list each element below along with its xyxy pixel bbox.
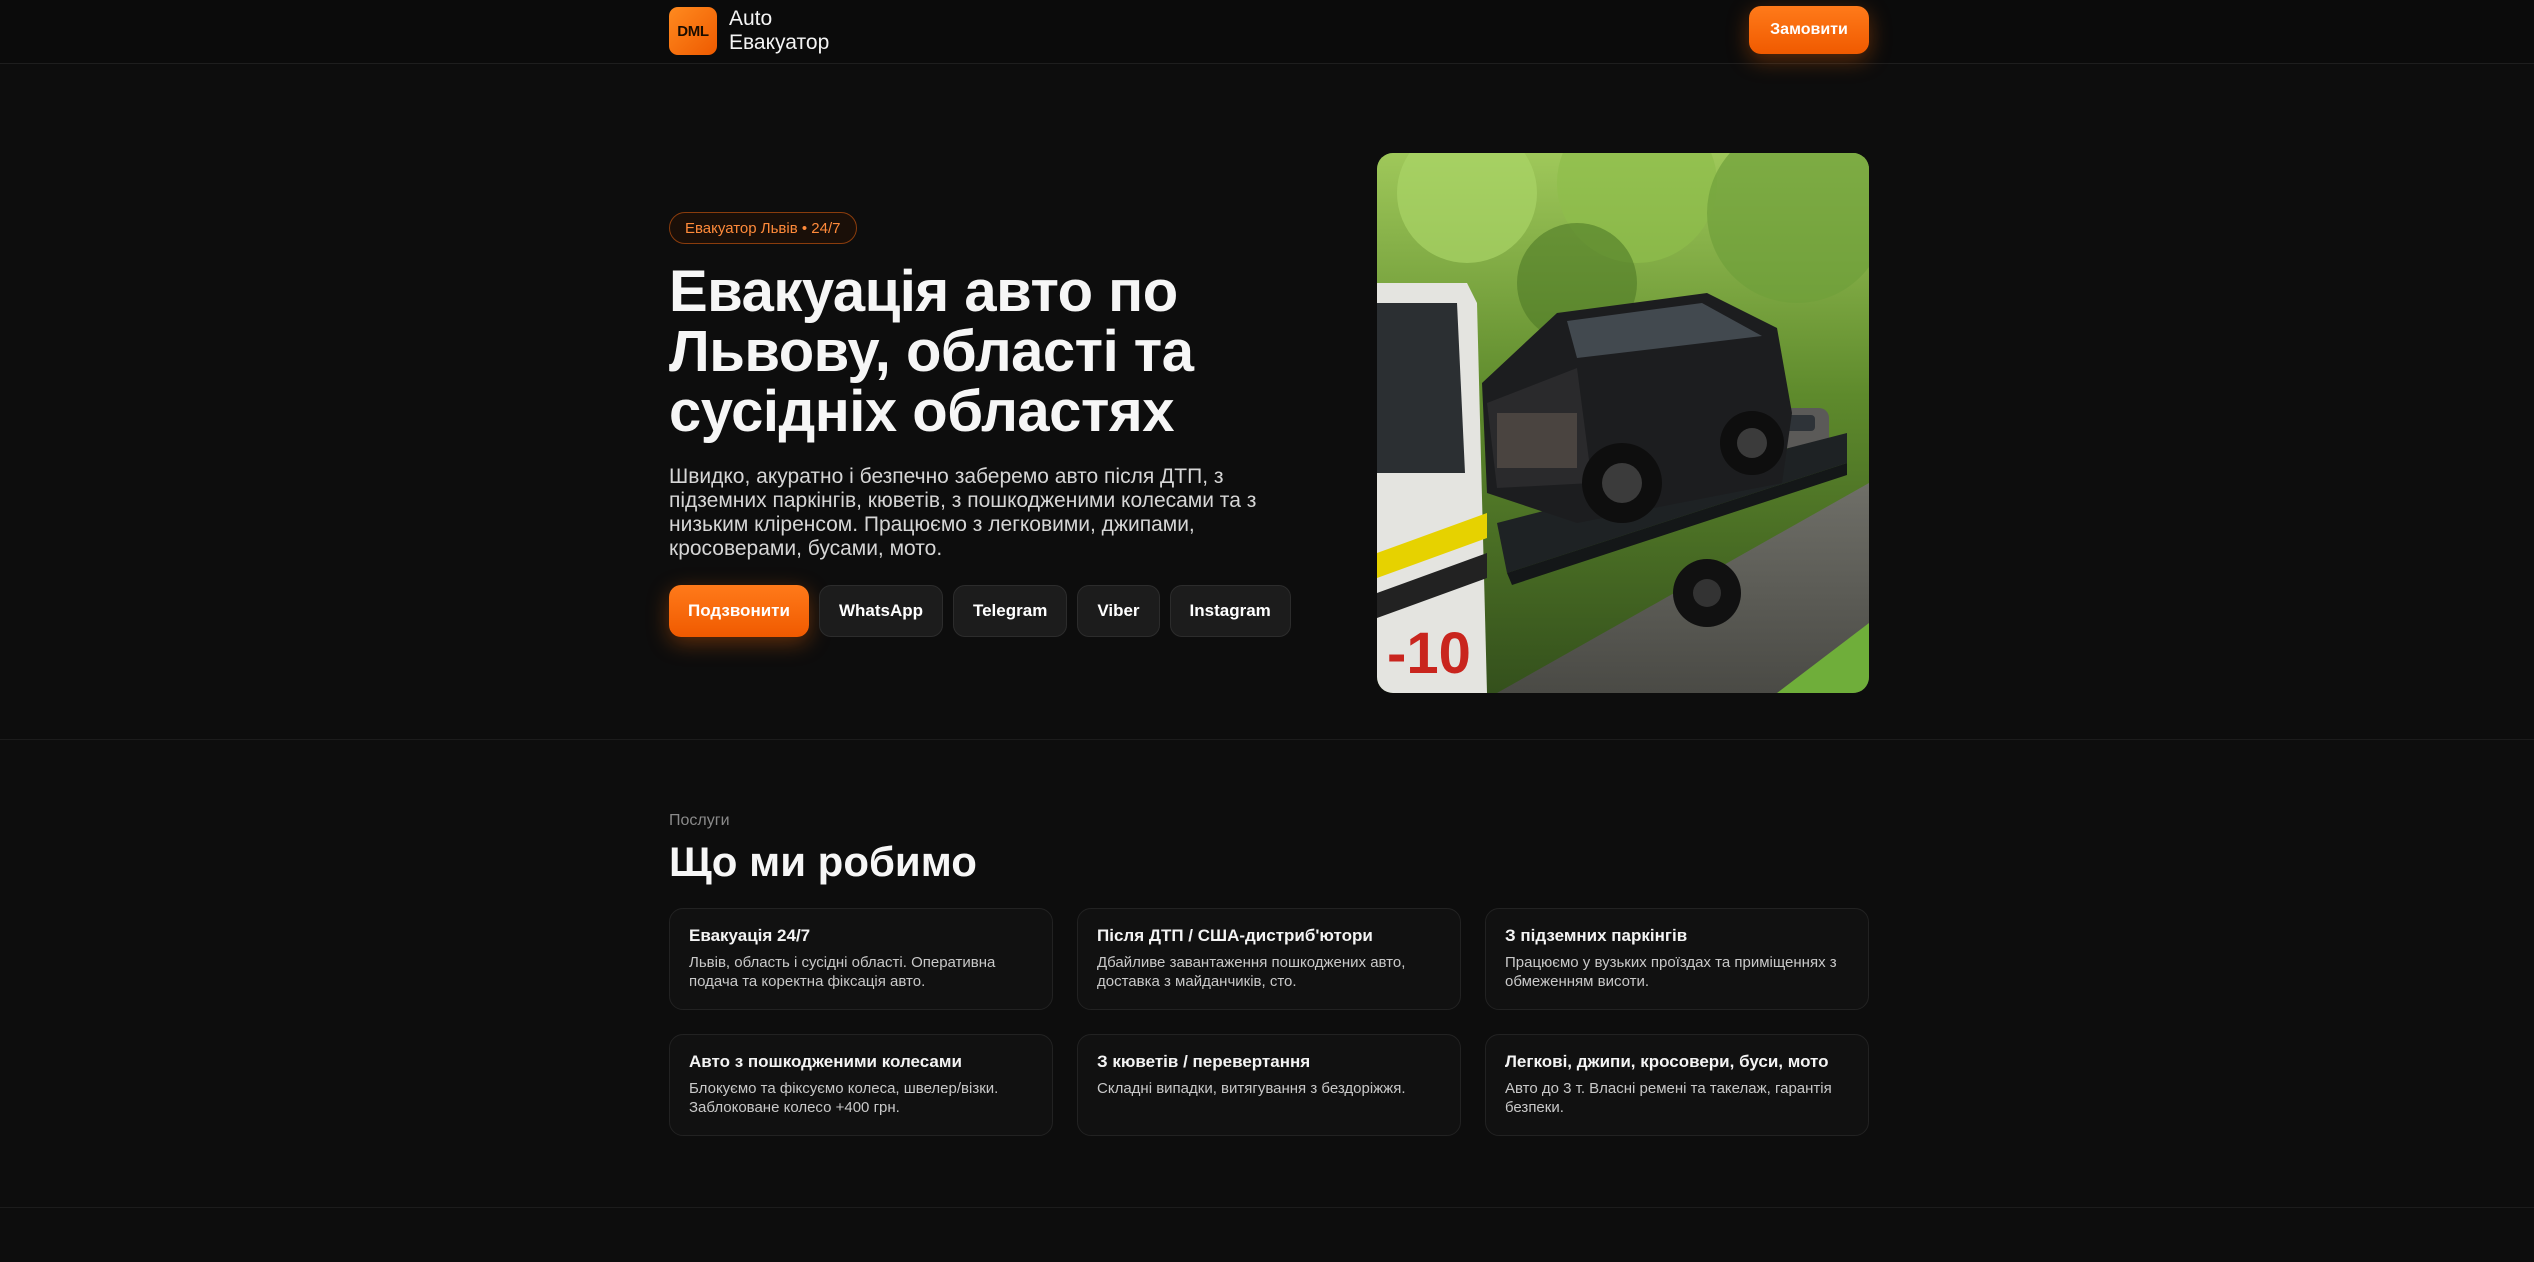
service-card-title: Авто з пошкодженими колесами — [689, 1052, 962, 1071]
service-card-title: Евакуація 24/7 — [689, 926, 811, 945]
service-card: Авто з пошкодженими колесами Блокуємо та… — [669, 1034, 1053, 1136]
tow-truck-illustration: -10 — [1377, 153, 1869, 693]
service-card-text: Авто до 3 т. Власні ремені та такелаж, г… — [1505, 1080, 1832, 1116]
section-divider — [0, 739, 2534, 740]
service-card-title: Після ДТП / США-дистриб'ютори — [1097, 926, 1373, 945]
hero-badge: Евакуатор Львів • 24/7 — [669, 212, 857, 244]
service-card-title: Легкові, джипи, кросовери, буси, мото — [1505, 1052, 1829, 1071]
service-card-title: З кюветів / перевертання — [1097, 1052, 1311, 1071]
logo[interactable]: DML Auto Евакуатор — [669, 6, 829, 56]
service-card: З підземних паркінгів Працюємо у вузьких… — [1485, 908, 1869, 1010]
service-card: Легкові, джипи, кросовери, буси, мото Ав… — [1485, 1034, 1869, 1136]
logo-line-1: Auto — [729, 7, 773, 30]
svg-text:-10: -10 — [1387, 621, 1471, 686]
section-label: Послуги — [669, 812, 730, 829]
section-title: Що ми робимо — [669, 838, 977, 885]
service-card: Евакуація 24/7 Львів, область і сусідні … — [669, 908, 1053, 1010]
service-card-text: Складні випадки, витягування з бездоріжж… — [1097, 1080, 1406, 1097]
whatsapp-button[interactable]: WhatsApp — [818, 585, 943, 637]
tow-truck-photo: -10 — [1377, 153, 1869, 693]
section-divider — [0, 1207, 2534, 1208]
call-button[interactable]: Подзвонити — [669, 585, 809, 637]
viber-button[interactable]: Viber — [1077, 585, 1160, 637]
service-card-text: Працюємо у вузьких проїздах та приміщенн… — [1505, 954, 1837, 990]
instagram-button[interactable]: Instagram — [1169, 585, 1291, 637]
logo-line-2: Евакуатор — [729, 31, 830, 54]
service-card-title: З підземних паркінгів — [1505, 926, 1688, 945]
logo-text: Auto Евакуатор — [729, 7, 829, 55]
service-card: Після ДТП / США-дистриб'ютори Дбайливе з… — [1077, 908, 1461, 1010]
logo-badge: DML — [669, 7, 717, 55]
hero-title: Евакуація авто по Львову, області та сус… — [669, 259, 1194, 444]
contact-buttons: Подзвонити WhatsApp Telegram Viber Insta… — [669, 585, 1291, 637]
telegram-button[interactable]: Telegram — [952, 585, 1068, 637]
site-header: DML Auto Евакуатор Замовити — [0, 0, 2534, 64]
hero-description: Швидко, акуратно і безпечно заберемо авт… — [669, 465, 1257, 560]
order-button[interactable]: Замовити — [1749, 6, 1869, 54]
service-card-text: Дбайливе завантаження пошкоджених авто, … — [1097, 954, 1406, 990]
service-card-text: Львів, область і сусідні області. Операт… — [689, 954, 996, 990]
service-card: З кюветів / перевертання Складні випадки… — [1077, 1034, 1461, 1136]
service-card-text: Блокуємо та фіксуємо колеса, швелер/візк… — [689, 1080, 999, 1116]
